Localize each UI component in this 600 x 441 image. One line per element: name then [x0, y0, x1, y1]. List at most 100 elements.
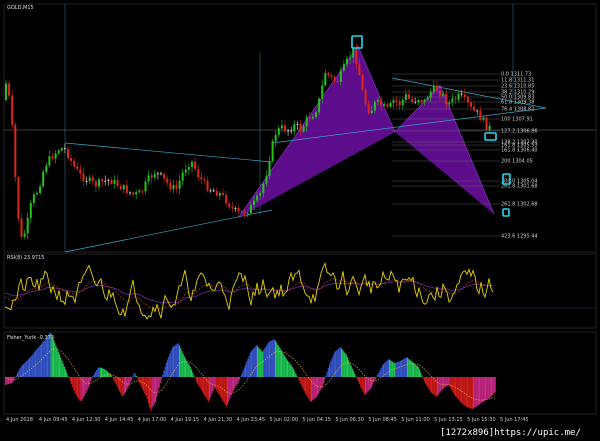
fisher-bar: [181, 350, 183, 377]
candle-body: [228, 203, 231, 208]
fisher-bar: [330, 361, 332, 377]
fisher-bar: [110, 375, 112, 377]
candle-body: [454, 98, 457, 100]
fisher-bar: [439, 377, 441, 393]
candle-body: [200, 177, 203, 180]
trading-chart: 0.0 1311.7311.8 1311.3123.6 1310.8538.2 …: [3, 3, 597, 438]
fisher-bar: [450, 377, 452, 389]
fisher-bar: [404, 357, 406, 377]
candle-body: [45, 165, 48, 172]
fisher-bar: [127, 377, 129, 388]
fisher-bar: [230, 377, 232, 396]
fisher-bar: [101, 368, 103, 377]
fisher-bar: [260, 350, 262, 377]
candle-body: [82, 173, 85, 181]
fisher-bar: [293, 369, 295, 377]
fisher-bar: [379, 370, 381, 377]
fisher-bar: [399, 361, 401, 377]
fisher-bar: [239, 377, 241, 380]
candle-body: [67, 148, 69, 158]
candle-body: [448, 102, 451, 105]
fisher-bar: [277, 344, 279, 377]
candle-body: [218, 193, 221, 196]
fisher-bar: [158, 377, 160, 388]
fisher-bar: [61, 360, 63, 377]
fisher-bar: [77, 377, 79, 397]
fisher-bar: [78, 377, 80, 399]
fib-level-label: 200 1304.05: [501, 159, 533, 165]
time-label: 5 Jun 13:15: [434, 417, 463, 423]
fisher-bar: [157, 377, 159, 393]
fisher-bar: [431, 377, 433, 393]
fisher-bar: [487, 377, 489, 399]
fisher-bar: [215, 377, 217, 389]
fisher-bar: [319, 377, 321, 392]
fisher-bar: [475, 377, 477, 407]
fisher-bar: [20, 366, 22, 377]
time-label: 5 Jun 11:00: [401, 417, 430, 423]
candle-body: [5, 83, 7, 100]
fisher-bar: [415, 364, 417, 377]
time-label: 4 Jun 2018: [6, 417, 33, 423]
candle-body: [355, 48, 358, 65]
fisher-bar: [211, 377, 213, 394]
fisher-bar: [141, 377, 143, 389]
time-label: 5 Jun 06:30: [335, 417, 364, 423]
candle-body: [166, 178, 169, 183]
fisher-bar: [57, 351, 59, 377]
candle-body: [231, 207, 234, 209]
fisher-bar: [68, 377, 70, 379]
fisher-bar: [391, 361, 393, 377]
fisher-bar: [8, 377, 10, 384]
fisher-bar: [387, 359, 389, 377]
fisher-bar: [486, 377, 488, 400]
fisher-bar: [385, 361, 387, 377]
fisher-bar: [396, 362, 398, 377]
fisher-bar: [314, 377, 316, 399]
fisher-bar: [194, 377, 196, 379]
fisher-bar: [162, 374, 164, 377]
candle-body: [299, 123, 302, 132]
fisher-bar: [188, 364, 190, 377]
fisher-bar: [313, 377, 315, 400]
fisher-bar: [357, 377, 359, 382]
fisher-bar: [233, 377, 235, 391]
candle-body: [98, 179, 100, 187]
fisher-bar: [11, 377, 13, 384]
fisher-bar: [447, 377, 449, 386]
candle-body: [125, 185, 128, 194]
candle-body: [234, 208, 237, 209]
fisher-bar: [276, 342, 278, 377]
rsi-lines: [4, 262, 494, 320]
fisher-bar: [137, 377, 139, 379]
fisher-bar: [287, 360, 289, 377]
fisher-bar: [67, 375, 69, 377]
fisher-bar: [426, 377, 428, 386]
fisher-bar: [113, 377, 115, 380]
fisher-bar: [24, 362, 26, 377]
fisher-bar: [386, 360, 388, 377]
fisher-bar: [246, 361, 248, 377]
fisher-bar: [109, 373, 111, 377]
fisher-bar: [119, 377, 121, 391]
fisher-bar: [177, 343, 179, 377]
candle-body: [259, 193, 262, 196]
fisher-bar: [306, 377, 308, 396]
fisher-bar: [59, 354, 61, 377]
fisher-bar: [120, 377, 122, 394]
fisher-bar: [62, 363, 64, 377]
fisher-bar: [228, 377, 230, 402]
fisher-bar: [441, 377, 443, 390]
fisher-bar: [86, 377, 88, 391]
fisher-bar: [438, 377, 440, 395]
fisher-bar: [300, 377, 302, 384]
fisher-bar: [51, 336, 53, 377]
rsi-pane: RSI(8) 23.9715: [3, 253, 597, 329]
fisher-bar: [193, 375, 195, 377]
fisher-bar: [308, 377, 310, 400]
candle-body: [101, 179, 104, 182]
trendline: [64, 209, 273, 253]
fisher-bar: [189, 366, 191, 377]
fisher-bar: [457, 377, 459, 399]
fisher-bar: [361, 377, 363, 390]
